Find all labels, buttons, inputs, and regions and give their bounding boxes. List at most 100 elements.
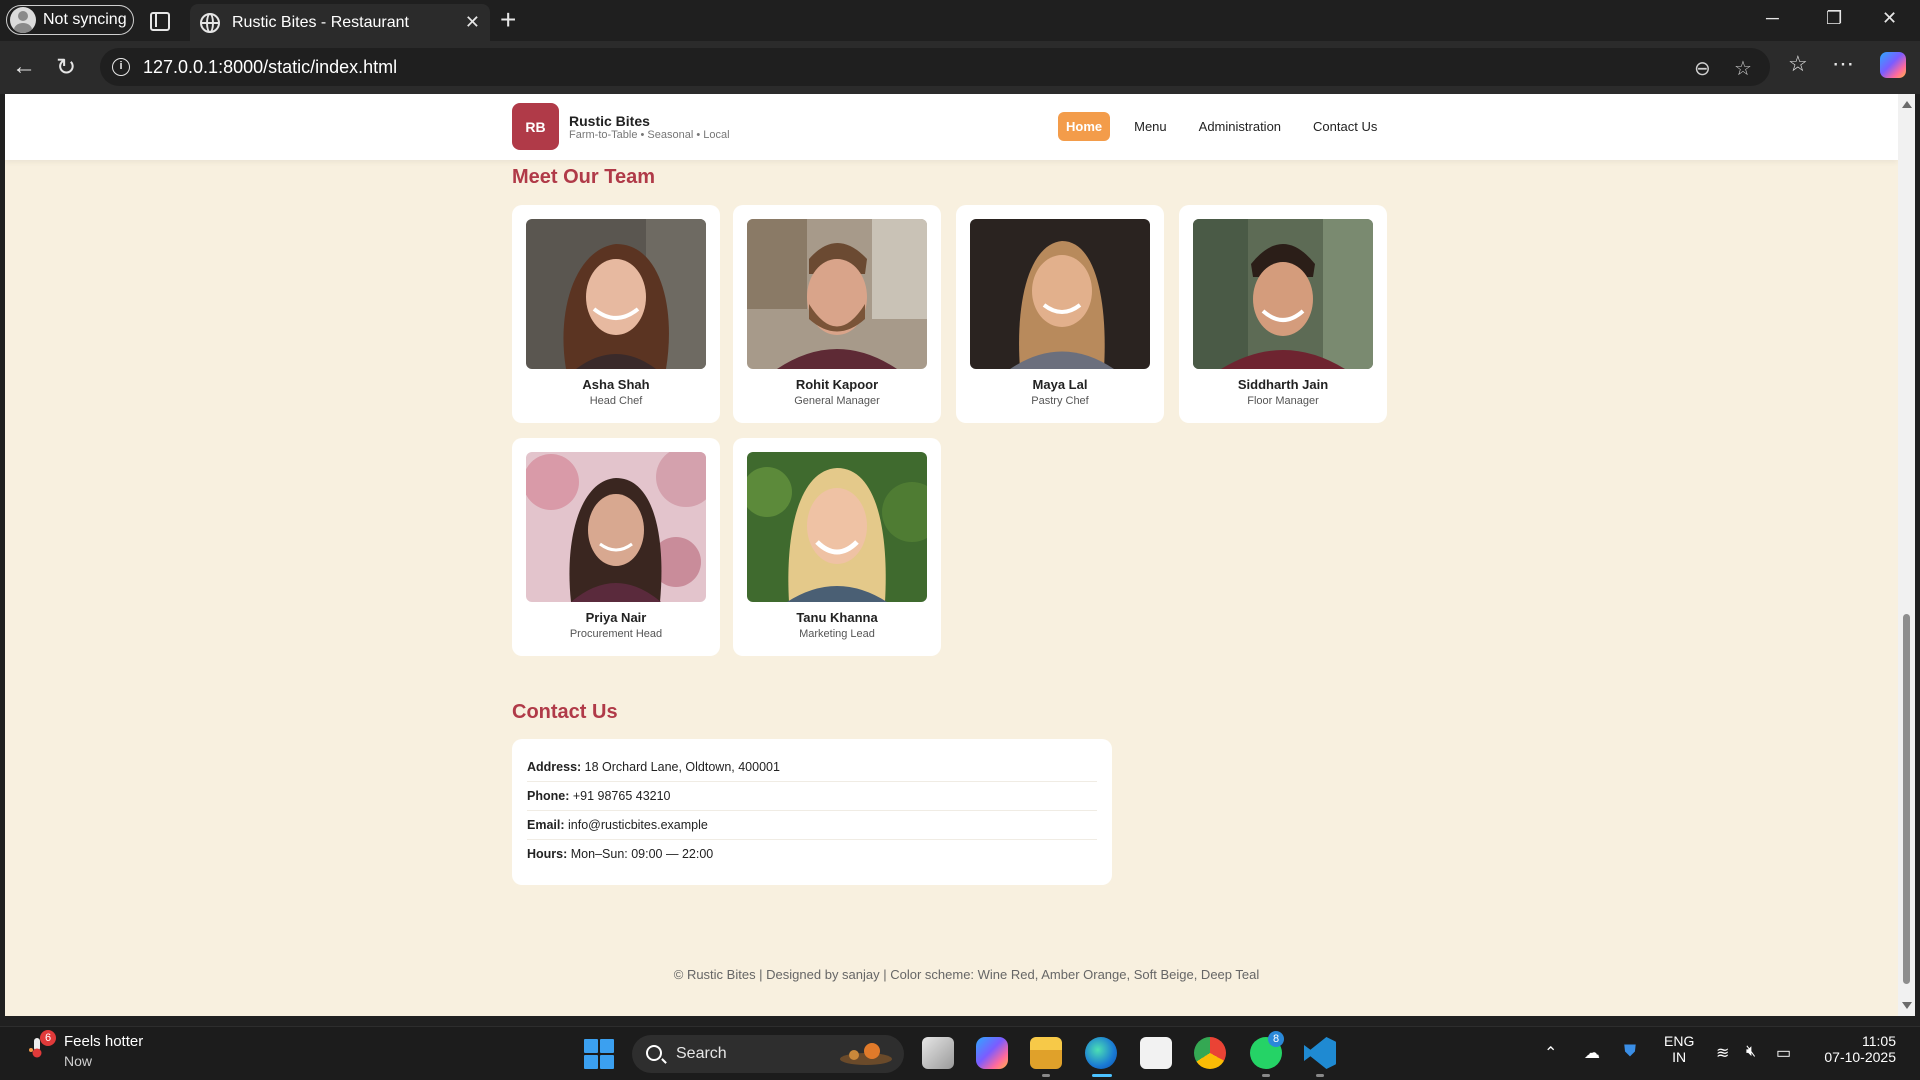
- taskbar-search[interactable]: Search: [632, 1035, 904, 1073]
- address-bar: ← ↻ i 127.0.0.1:8000/static/index.html ⊖…: [0, 41, 1920, 94]
- team-photo: [747, 219, 927, 369]
- scroll-up-icon[interactable]: [1902, 101, 1912, 108]
- contact-value: Mon–Sun: 09:00 — 22:00: [570, 847, 714, 861]
- refresh-icon[interactable]: ↻: [56, 53, 76, 82]
- new-tab-icon[interactable]: +: [500, 4, 516, 36]
- team-photo: [970, 219, 1150, 369]
- more-options-icon[interactable]: ⋯: [1832, 51, 1854, 77]
- site-header: RB Rustic Bites Farm-to-Table • Seasonal…: [5, 94, 1898, 160]
- contact-section-title: Contact Us: [512, 701, 618, 723]
- onedrive-icon[interactable]: ☁: [1584, 1043, 1600, 1063]
- team-photo: [526, 219, 706, 369]
- url-text: 127.0.0.1:8000/static/index.html: [143, 57, 398, 77]
- contact-address-row: Address: 18 Orchard Lane, Oldtown, 40000…: [527, 753, 1097, 782]
- contact-card: Address: 18 Orchard Lane, Oldtown, 40000…: [512, 739, 1112, 885]
- profile-button[interactable]: Not syncing: [6, 5, 134, 35]
- contact-hours-row: Hours: Mon–Sun: 09:00 — 22:00: [527, 840, 1097, 869]
- copilot-app-icon[interactable]: [976, 1037, 1008, 1069]
- battery-icon[interactable]: ▭: [1776, 1043, 1791, 1063]
- contact-label: Phone:: [527, 789, 570, 803]
- main-nav: Home Menu Administration Contact Us: [1058, 112, 1401, 141]
- favorites-icon[interactable]: ☆: [1788, 51, 1808, 77]
- volume-muted-icon[interactable]: 🔇︎: [1746, 1043, 1756, 1061]
- page-scrollbar[interactable]: [1898, 94, 1915, 1016]
- profile-avatar-icon: [10, 7, 36, 33]
- app-running-indicator: [1316, 1074, 1324, 1077]
- weather-badge: 6: [40, 1030, 56, 1046]
- team-member-role: Head Chef: [589, 395, 643, 407]
- contact-label: Email:: [527, 818, 565, 832]
- whatsapp-badge: 8: [1268, 1031, 1284, 1047]
- info-icon[interactable]: i: [112, 58, 130, 76]
- nav-home[interactable]: Home: [1058, 112, 1111, 141]
- team-card: Asha Shah Head Chef: [512, 205, 720, 423]
- globe-icon: [200, 12, 220, 33]
- favorite-star-icon[interactable]: ☆: [1734, 56, 1752, 81]
- file-explorer-icon[interactable]: [1030, 1037, 1062, 1069]
- back-icon[interactable]: ←: [12, 53, 36, 81]
- language-code: ENG: [1664, 1033, 1695, 1049]
- task-view-icon[interactable]: [922, 1037, 954, 1069]
- team-card: Rohit Kapoor General Manager: [733, 205, 941, 423]
- scroll-down-icon[interactable]: [1902, 1002, 1912, 1009]
- logo-badge[interactable]: RB: [512, 103, 559, 150]
- close-window-icon[interactable]: ✕: [1882, 8, 1897, 29]
- close-tab-icon[interactable]: ✕: [465, 12, 480, 33]
- nav-contact-us[interactable]: Contact Us: [1305, 112, 1385, 141]
- team-member-name: Siddharth Jain: [1237, 377, 1329, 392]
- team-member-role: Pastry Chef: [1031, 395, 1089, 407]
- weather-title: Feels hotter: [64, 1033, 144, 1050]
- minimize-icon[interactable]: ─: [1766, 8, 1779, 29]
- tab-actions-icon[interactable]: [148, 10, 170, 31]
- contact-value: 18 Orchard Lane, Oldtown, 400001: [584, 760, 780, 774]
- clock-date: 07-10-2025: [1824, 1049, 1896, 1065]
- team-member-name: Asha Shah: [582, 377, 650, 392]
- contact-label: Hours:: [527, 847, 568, 861]
- site-footer: © Rustic Bites | Designed by sanjay | Co…: [673, 967, 1260, 982]
- windows-start-icon[interactable]: [584, 1039, 614, 1069]
- team-member-name: Rohit Kapoor: [795, 377, 879, 392]
- nav-menu[interactable]: Menu: [1126, 112, 1175, 141]
- wifi-icon[interactable]: ≋: [1716, 1043, 1729, 1063]
- url-field[interactable]: i 127.0.0.1:8000/static/index.html ⊖ ☆: [100, 48, 1770, 86]
- page-viewport: RB Rustic Bites Farm-to-Table • Seasonal…: [5, 94, 1898, 1016]
- team-card: Priya Nair Procurement Head: [512, 438, 720, 656]
- language-indicator[interactable]: ENG IN: [1664, 1033, 1694, 1065]
- app-running-indicator: [1262, 1074, 1270, 1077]
- team-member-name: Maya Lal: [1032, 377, 1088, 392]
- microsoft-store-icon[interactable]: [1140, 1037, 1172, 1069]
- team-member-role: Floor Manager: [1247, 395, 1319, 407]
- team-photo: [526, 452, 706, 602]
- brand-tagline: Farm-to-Table • Seasonal • Local: [569, 129, 730, 141]
- profile-label: Not syncing: [43, 11, 127, 28]
- edge-browser-icon[interactable]: [1085, 1037, 1117, 1069]
- clock[interactable]: 11:05 07-10-2025: [1812, 1033, 1896, 1065]
- team-photo: [1193, 219, 1373, 369]
- search-highlight-icon: [840, 1043, 892, 1065]
- team-card: Maya Lal Pastry Chef: [956, 205, 1164, 423]
- language-region: IN: [1672, 1049, 1687, 1065]
- app-running-indicator: [1042, 1074, 1050, 1077]
- weather-subtitle: Now: [64, 1053, 93, 1069]
- app-active-indicator: [1092, 1074, 1112, 1077]
- vscode-icon[interactable]: [1304, 1037, 1336, 1069]
- zoom-icon[interactable]: ⊖: [1694, 56, 1711, 81]
- team-member-name: Tanu Khanna: [796, 610, 878, 625]
- team-member-role: Marketing Lead: [799, 628, 875, 640]
- search-label: Search: [676, 1045, 727, 1062]
- security-shield-icon[interactable]: ⛊: [1624, 1043, 1636, 1061]
- contact-phone-row: Phone: +91 98765 43210: [527, 782, 1097, 811]
- scrollbar-thumb[interactable]: [1903, 614, 1910, 984]
- browser-tab[interactable]: Rustic Bites - Restaurant ✕: [190, 4, 490, 41]
- team-photo: [747, 452, 927, 602]
- chrome-icon[interactable]: [1194, 1037, 1226, 1069]
- restore-icon[interactable]: ❐: [1826, 8, 1842, 29]
- team-section-title: Meet Our Team: [512, 166, 655, 188]
- show-hidden-icons-chevron-icon[interactable]: ⌃: [1544, 1043, 1557, 1063]
- clock-time: 11:05: [1862, 1033, 1896, 1049]
- team-card: Siddharth Jain Floor Manager: [1179, 205, 1387, 423]
- tab-title: Rustic Bites - Restaurant: [232, 13, 409, 31]
- copilot-icon[interactable]: [1880, 52, 1906, 78]
- nav-administration[interactable]: Administration: [1191, 112, 1289, 141]
- team-member-role: General Manager: [794, 395, 880, 407]
